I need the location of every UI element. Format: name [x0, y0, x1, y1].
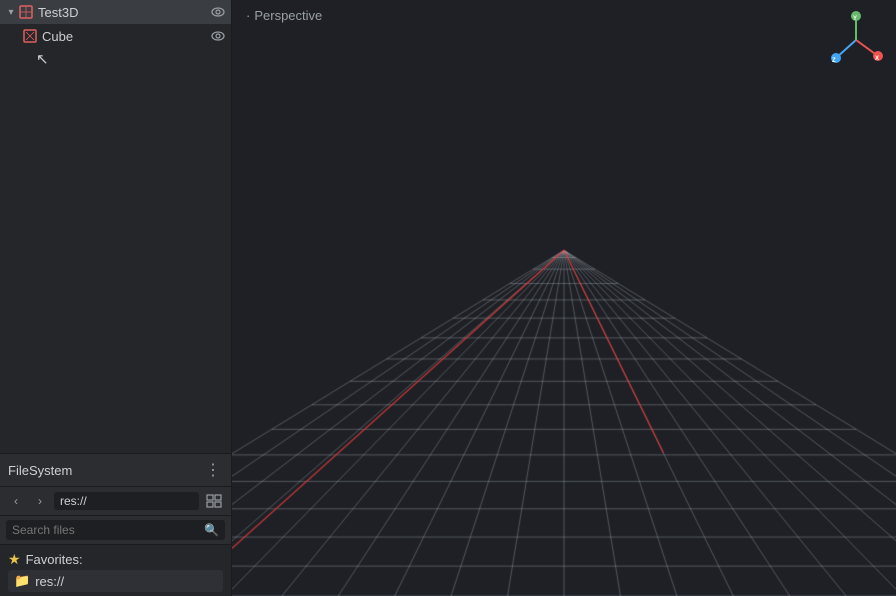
- left-panel: ▾ Test3D: [0, 0, 232, 596]
- tree-item-test3d-label: Test3D: [38, 5, 209, 20]
- viewport-label-text: Perspective: [254, 8, 322, 23]
- visibility-icon-cube[interactable]: [209, 27, 227, 45]
- node-icon-cube: [22, 28, 38, 44]
- axis-gizmo: Z X Y: [826, 10, 886, 70]
- node-icon-test3d: [18, 4, 34, 20]
- viewport[interactable]: · Perspective Z X Y: [232, 0, 896, 596]
- svg-text:X: X: [875, 56, 879, 62]
- viewport-label-dot: ·: [246, 8, 250, 23]
- svg-text:Z: Z: [832, 58, 836, 64]
- nav-layout-button[interactable]: [203, 491, 225, 511]
- filesystem-panel: FileSystem ⋮ ‹ › res://: [0, 453, 231, 596]
- nav-back-button[interactable]: ‹: [6, 491, 26, 511]
- search-bar: 🔍: [0, 516, 231, 545]
- scene-tree: ▾ Test3D: [0, 0, 231, 453]
- favorites-item-res[interactable]: 📁 res://: [8, 570, 223, 592]
- favorites-section: ★ Favorites: 📁 res://: [0, 545, 231, 596]
- search-icon: 🔍: [204, 523, 219, 537]
- filesystem-nav: ‹ › res://: [0, 487, 231, 516]
- tree-item-cube[interactable]: Cube: [0, 24, 231, 48]
- visibility-icon-test3d[interactable]: [209, 3, 227, 21]
- mouse-cursor: ↖: [0, 48, 231, 68]
- search-input-wrap[interactable]: 🔍: [6, 520, 225, 540]
- filesystem-title: FileSystem: [8, 463, 203, 478]
- favorites-star-icon: ★: [8, 551, 21, 568]
- nav-forward-button[interactable]: ›: [30, 491, 50, 511]
- favorites-item-label: res://: [35, 574, 64, 589]
- 3d-grid: [232, 0, 896, 596]
- viewport-label: · Perspective: [246, 8, 322, 23]
- tree-item-cube-label: Cube: [42, 29, 209, 44]
- filesystem-header: FileSystem ⋮: [0, 454, 231, 487]
- favorites-label: Favorites:: [26, 552, 83, 567]
- favorites-header: ★ Favorites:: [8, 551, 223, 568]
- filesystem-menu-button[interactable]: ⋮: [203, 460, 223, 480]
- folder-icon: 📁: [14, 573, 30, 589]
- search-input[interactable]: [12, 523, 200, 537]
- expand-arrow-test3d[interactable]: ▾: [4, 5, 18, 19]
- nav-path: res://: [54, 492, 199, 510]
- svg-text:Y: Y: [853, 16, 857, 22]
- tree-item-test3d[interactable]: ▾ Test3D: [0, 0, 231, 24]
